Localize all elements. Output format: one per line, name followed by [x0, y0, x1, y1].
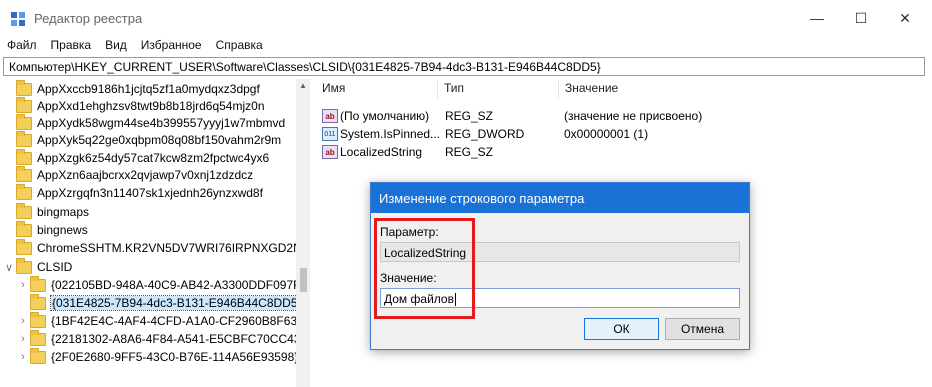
folder-icon [16, 96, 32, 113]
menu-edit[interactable]: Правка [44, 36, 99, 56]
folder-icon [16, 165, 32, 182]
tree-expander[interactable]: › [16, 351, 30, 363]
tree-item-clsid[interactable]: ∨ CLSID [2, 257, 72, 277]
folder-icon [16, 130, 32, 147]
string-value-icon: ab [322, 144, 338, 159]
scroll-up-icon[interactable]: ▲ [296, 80, 310, 92]
folder-icon [16, 79, 32, 96]
address-bar[interactable]: Компьютер\HKEY_CURRENT_USER\Software\Cla… [3, 57, 925, 76]
tree-scrollbar[interactable] [296, 79, 310, 387]
tree-item[interactable]: › {022105BD-948A-40C9-AB42-A3300DDF097F} [16, 275, 305, 295]
param-label: Параметр: [380, 225, 439, 239]
maximize-icon: ☐ [854, 9, 868, 26]
value-row[interactable]: 011 System.IsPinned... [322, 124, 440, 143]
dialog-title-bar[interactable]: Изменение строкового параметра [371, 183, 749, 213]
folder-icon [30, 329, 46, 346]
param-name-field[interactable]: LocalizedString [380, 242, 740, 262]
value-type: REG_SZ [445, 109, 494, 123]
dword-value-icon: 011 [322, 126, 338, 141]
tree-item-label: AppXydk58wgm44se4b399557yyyj1w7mbmvd [37, 116, 286, 130]
folder-icon [30, 293, 46, 310]
maximize-button[interactable]: ☐ [838, 0, 884, 36]
edit-string-dialog: Изменение строкового параметра Параметр:… [370, 182, 750, 350]
tree-item[interactable]: › {22181302-A8A6-4F84-A541-E5CBFC70CC43} [16, 329, 305, 349]
tree-item-label: AppXzn6aajbcrxx2qvjawp7v0xnj1zdzdcz [37, 168, 254, 182]
tree-expander[interactable]: › [16, 315, 30, 327]
tree-item-label: {031E4825-7B94-4dc3-B131-E946B44C8DD5} [50, 295, 304, 311]
menu-file[interactable]: Файл [0, 36, 44, 56]
ok-button[interactable]: ОК [584, 318, 659, 340]
folder-icon [16, 220, 32, 237]
folder-icon [30, 347, 46, 364]
tree-scroll-thumb[interactable] [300, 268, 307, 292]
string-value-icon: ab [322, 108, 338, 123]
tree-item-label: {2F0E2680-9FF5-43C0-B76E-114A56E93598} [51, 350, 299, 364]
minimize-button[interactable]: — [794, 0, 840, 36]
dialog-title: Изменение строкового параметра [379, 191, 585, 206]
cancel-button[interactable]: Отмена [665, 318, 740, 340]
folder-open-icon [16, 257, 32, 274]
tree-item[interactable]: AppXzrgqfn3n11407sk1xjednh26ynzxwd8f [2, 183, 263, 203]
tree-expander[interactable]: › [16, 279, 30, 291]
folder-icon [30, 275, 46, 292]
key-tree[interactable]: AppXxccb9186h1jcjtq5zf1a0mydqxz3dpgf App… [2, 79, 308, 387]
tree-item-label: {1BF42E4C-4AF4-4CFD-A1A0-CF2960B8F63E} [51, 314, 308, 328]
tree-item-label: {22181302-A8A6-4F84-A541-E5CBFC70CC43} [51, 332, 305, 346]
window-title: Редактор реестра [34, 11, 143, 26]
tree-item-label: bingmaps [37, 205, 90, 219]
folder-icon [16, 202, 32, 219]
menu-view[interactable]: Вид [98, 36, 134, 56]
tree-item[interactable]: bingnews [2, 220, 88, 240]
folder-icon [16, 183, 32, 200]
tree-item[interactable]: AppXyk5q22ge0xqbpm08q08bf150vahm2r9m [2, 130, 281, 150]
close-icon: ✕ [899, 9, 911, 26]
value-name: System.IsPinned... [340, 126, 441, 141]
tree-item-label: ChromeSSHTM.KR2VN5DV7WRI76IRPNXGD2NZEM [37, 241, 308, 255]
tree-item-label: AppXzrgqfn3n11407sk1xjednh26ynzxwd8f [37, 186, 263, 200]
tree-item-label: AppXzgk6z54dy57cat7kcw8zm2fpctwc4yx6 [37, 151, 270, 165]
folder-icon [16, 113, 32, 130]
value-data: (значение не присвоено) [564, 109, 703, 123]
value-type: REG_DWORD [445, 127, 525, 141]
value-name: (По умолчанию) [340, 108, 430, 123]
text-caret [454, 293, 456, 307]
value-row[interactable]: ab (По умолчанию) [322, 106, 429, 125]
menu-favorites[interactable]: Избранное [134, 36, 209, 56]
column-header-type[interactable]: Тип [437, 81, 557, 99]
value-data-text: Дом файлов [384, 292, 454, 306]
tree-item-label: {022105BD-948A-40C9-AB42-A3300DDF097F} [51, 278, 305, 292]
value-data-input[interactable]: Дом файлов [380, 288, 740, 308]
tree-item[interactable]: › {1BF42E4C-4AF4-4CFD-A1A0-CF2960B8F63E} [16, 311, 308, 331]
value-data: 0x00000001 (1) [564, 127, 649, 141]
value-label: Значение: [380, 271, 437, 285]
menu-help[interactable]: Справка [209, 36, 270, 56]
column-header-value[interactable]: Значение [558, 81, 758, 99]
value-type: REG_SZ [445, 145, 494, 159]
value-name: LocalizedString [340, 144, 423, 159]
value-row[interactable]: ab LocalizedString [322, 142, 422, 161]
tree-item[interactable]: ChromeSSHTM.KR2VN5DV7WRI76IRPNXGD2NZEM [2, 238, 308, 258]
folder-icon [16, 238, 32, 255]
tree-item-label: AppXxd1ehghzsv8twt9b8b18jrd6q54mjz0n [37, 99, 265, 113]
tree-item-label: AppXxccb9186h1jcjtq5zf1a0mydqxz3dpgf [37, 82, 260, 96]
title-bar[interactable]: Редактор реестра — ☐ ✕ [0, 0, 932, 36]
tree-item[interactable]: bingmaps [2, 202, 89, 222]
tree-item-selected[interactable]: {031E4825-7B94-4dc3-B131-E946B44C8DD5} [16, 293, 304, 313]
tree-item[interactable]: › {2F0E2680-9FF5-43C0-B76E-114A56E93598} [16, 347, 298, 367]
registry-editor-window: Редактор реестра — ☐ ✕ Файл Правка Вид И… [0, 0, 932, 387]
registry-editor-icon [11, 12, 25, 26]
minimize-icon: — [810, 10, 824, 26]
tree-item[interactable]: AppXzn6aajbcrxx2qvjawp7v0xnj1zdzdcz [2, 165, 253, 185]
column-header-name[interactable]: Имя [316, 81, 436, 99]
tree-expander[interactable]: › [16, 333, 30, 345]
tree-item-label: CLSID [37, 260, 73, 274]
tree-expander[interactable]: ∨ [2, 261, 16, 274]
close-button[interactable]: ✕ [882, 0, 928, 36]
tree-item-label: AppXyk5q22ge0xqbpm08q08bf150vahm2r9m [37, 133, 282, 147]
folder-icon [30, 311, 46, 328]
tree-item-label: bingnews [37, 223, 88, 237]
menu-bar: Файл Правка Вид Избранное Справка [0, 36, 932, 56]
folder-icon [16, 148, 32, 165]
